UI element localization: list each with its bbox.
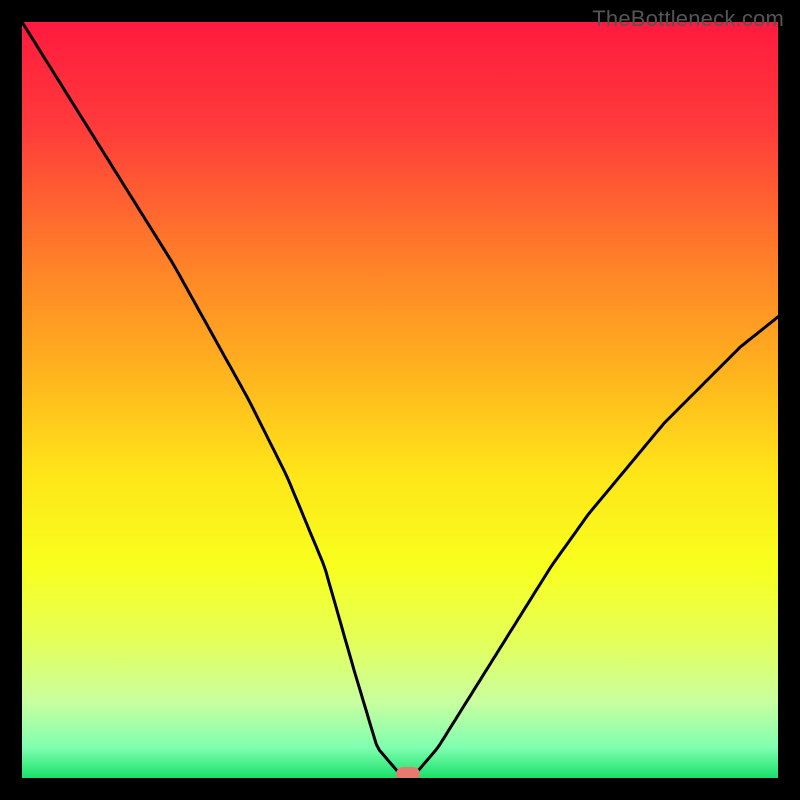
plot-area <box>22 22 778 778</box>
chart-svg <box>22 22 778 778</box>
chart-frame: TheBottleneck.com <box>0 0 800 800</box>
watermark-text: TheBottleneck.com <box>592 6 784 32</box>
optimal-point-marker <box>396 767 420 778</box>
gradient-background <box>22 22 778 778</box>
